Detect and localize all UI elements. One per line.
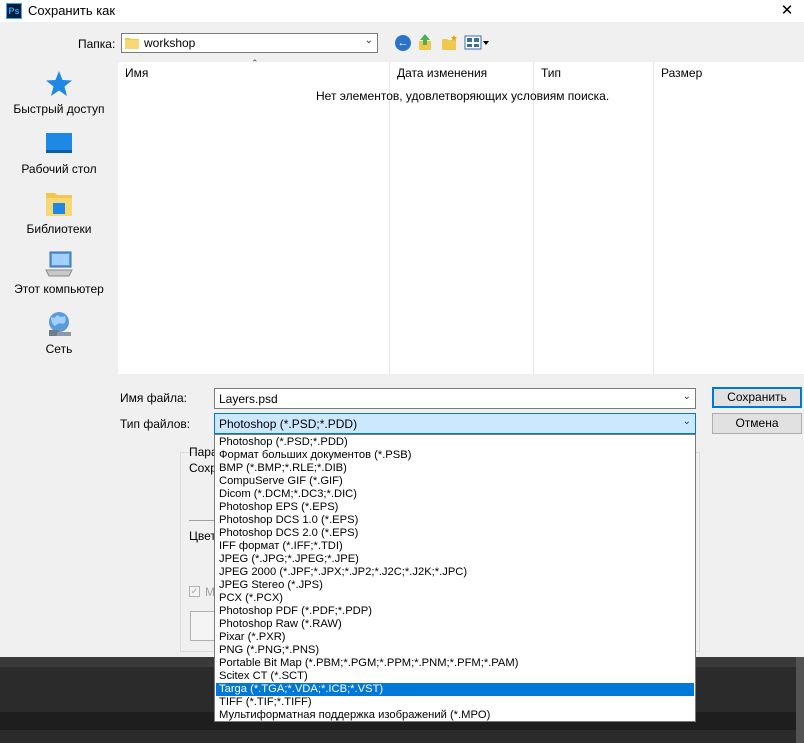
dropdown-option[interactable]: Photoshop Raw (*.RAW) (216, 618, 694, 631)
filetype-value: Photoshop (*.PSD;*.PDD) (219, 417, 358, 431)
title-bar: Ps Сохранить как ✕ (0, 0, 804, 22)
dropdown-option[interactable]: TIFF (*.TIF;*.TIFF) (216, 696, 694, 709)
dropdown-option[interactable]: Photoshop PDF (*.PDF;*.PDP) (216, 605, 694, 618)
places-sidebar: Быстрый доступ Рабочий стол Библиотеки Э… (0, 62, 118, 374)
chevron-down-icon[interactable]: ⌄ (365, 35, 373, 46)
filetype-dropdown-list[interactable]: Photoshop (*.PSD;*.PDD) Формат больших до… (214, 434, 696, 722)
sidebar-item-label: Сеть (45, 342, 73, 356)
app-scrollbar (796, 657, 804, 743)
sidebar-item-label: Этот компьютер (14, 282, 104, 296)
dropdown-option[interactable]: JPEG 2000 (*.JPF;*.JPX;*.JP2;*.J2C;*.J2K… (216, 566, 694, 579)
new-folder-icon[interactable] (441, 34, 459, 51)
window-title: Сохранить как (28, 3, 116, 18)
file-list[interactable]: Имя ⌃ Дата изменения Тип Размер Нет элем… (118, 58, 804, 374)
dropdown-option[interactable]: Scitex CT (*.SCT) (216, 670, 694, 683)
filetype-label: Тип файлов: (120, 417, 191, 431)
dropdown-option[interactable]: CompuServe GIF (*.GIF) (216, 475, 694, 488)
dropdown-option[interactable]: Portable Bit Map (*.PBM;*.PGM;*.PPM;*.PN… (216, 657, 694, 670)
star-icon (46, 71, 72, 96)
dropdown-option[interactable]: BMP (*.BMP;*.RLE;*.DIB) (216, 462, 694, 475)
view-menu-icon[interactable] (464, 35, 490, 51)
sidebar-item-label: Библиотеки (26, 222, 92, 236)
dropdown-option[interactable]: JPEG Stereo (*.JPS) (216, 579, 694, 592)
column-separator (533, 62, 534, 374)
dropdown-option[interactable]: Targa (*.TGA;*.VDA;*.ICB;*.VST) (216, 683, 694, 696)
dropdown-option[interactable]: PCX (*.PCX) (216, 592, 694, 605)
libraries-icon (46, 193, 72, 216)
up-folder-icon[interactable] (417, 33, 433, 51)
back-arrow-icon[interactable]: ← (395, 35, 411, 51)
sort-up-icon: ⌃ (251, 58, 259, 68)
column-separator (389, 62, 390, 374)
dropdown-option[interactable]: JPEG (*.JPG;*.JPEG;*.JPE) (216, 553, 694, 566)
folder-combo[interactable]: workshop ⌄ (121, 33, 378, 53)
sidebar-item-label: Быстрый доступ (13, 102, 105, 116)
column-header-date[interactable]: Дата изменения (397, 66, 487, 80)
folder-icon (125, 38, 139, 49)
sidebar-item-desktop[interactable]: Рабочий стол (0, 130, 118, 188)
filename-input[interactable]: Layers.psd ⌄ (214, 388, 696, 409)
column-header-type[interactable]: Тип (541, 66, 561, 80)
photoshop-app-icon: Ps (6, 3, 22, 19)
folder-label: Папка: (78, 37, 116, 51)
disabled-checkbox[interactable]: ✓ (189, 586, 200, 597)
sidebar-item-quick-access[interactable]: Быстрый доступ (0, 70, 118, 128)
filename-value: Layers.psd (219, 392, 278, 406)
dropdown-option[interactable]: Photoshop DCS 1.0 (*.EPS) (216, 514, 694, 527)
cancel-button[interactable]: Отмена (712, 413, 802, 434)
network-icon (49, 312, 71, 336)
desktop-icon (46, 133, 72, 153)
dropdown-option[interactable]: Photoshop EPS (*.EPS) (216, 501, 694, 514)
folder-value: workshop (144, 36, 196, 50)
filename-label: Имя файла: (120, 391, 187, 405)
column-header-name[interactable]: Имя (125, 66, 148, 80)
sidebar-item-this-pc[interactable]: Этот компьютер (0, 250, 118, 308)
chevron-down-icon[interactable]: ⌄ (683, 391, 691, 402)
dropdown-option[interactable]: Photoshop (*.PSD;*.PDD) (216, 436, 694, 449)
dropdown-option[interactable]: IFF формат (*.IFF;*.TDI) (216, 540, 694, 553)
options-color-label: Цвет (189, 529, 216, 543)
dropdown-option[interactable]: Формат больших документов (*.PSB) (216, 449, 694, 462)
options-save-label: Сохр (189, 461, 217, 475)
dropdown-option[interactable]: PNG (*.PNG;*.PNS) (216, 644, 694, 657)
empty-message: Нет элементов, удовлетворяющих условиям … (316, 89, 610, 103)
filetype-select[interactable]: Photoshop (*.PSD;*.PDD) ⌄ (214, 413, 696, 434)
dropdown-option[interactable]: Pixar (*.PXR) (216, 631, 694, 644)
sidebar-item-libraries[interactable]: Библиотеки (0, 190, 118, 248)
dropdown-option[interactable]: Dicom (*.DCM;*.DC3;*.DIC) (216, 488, 694, 501)
sidebar-item-network[interactable]: Сеть (0, 310, 118, 368)
computer-icon (45, 251, 73, 277)
dropdown-option[interactable]: Мультиформатная поддержка изображений (*… (216, 709, 694, 721)
chevron-down-icon[interactable]: ⌄ (683, 416, 691, 427)
column-header-size[interactable]: Размер (661, 66, 702, 80)
column-separator (653, 62, 654, 374)
sidebar-item-label: Рабочий стол (21, 162, 97, 176)
dropdown-option[interactable]: Photoshop DCS 2.0 (*.EPS) (216, 527, 694, 540)
close-button[interactable]: ✕ (770, 0, 804, 22)
save-button[interactable]: Сохранить (712, 387, 802, 408)
